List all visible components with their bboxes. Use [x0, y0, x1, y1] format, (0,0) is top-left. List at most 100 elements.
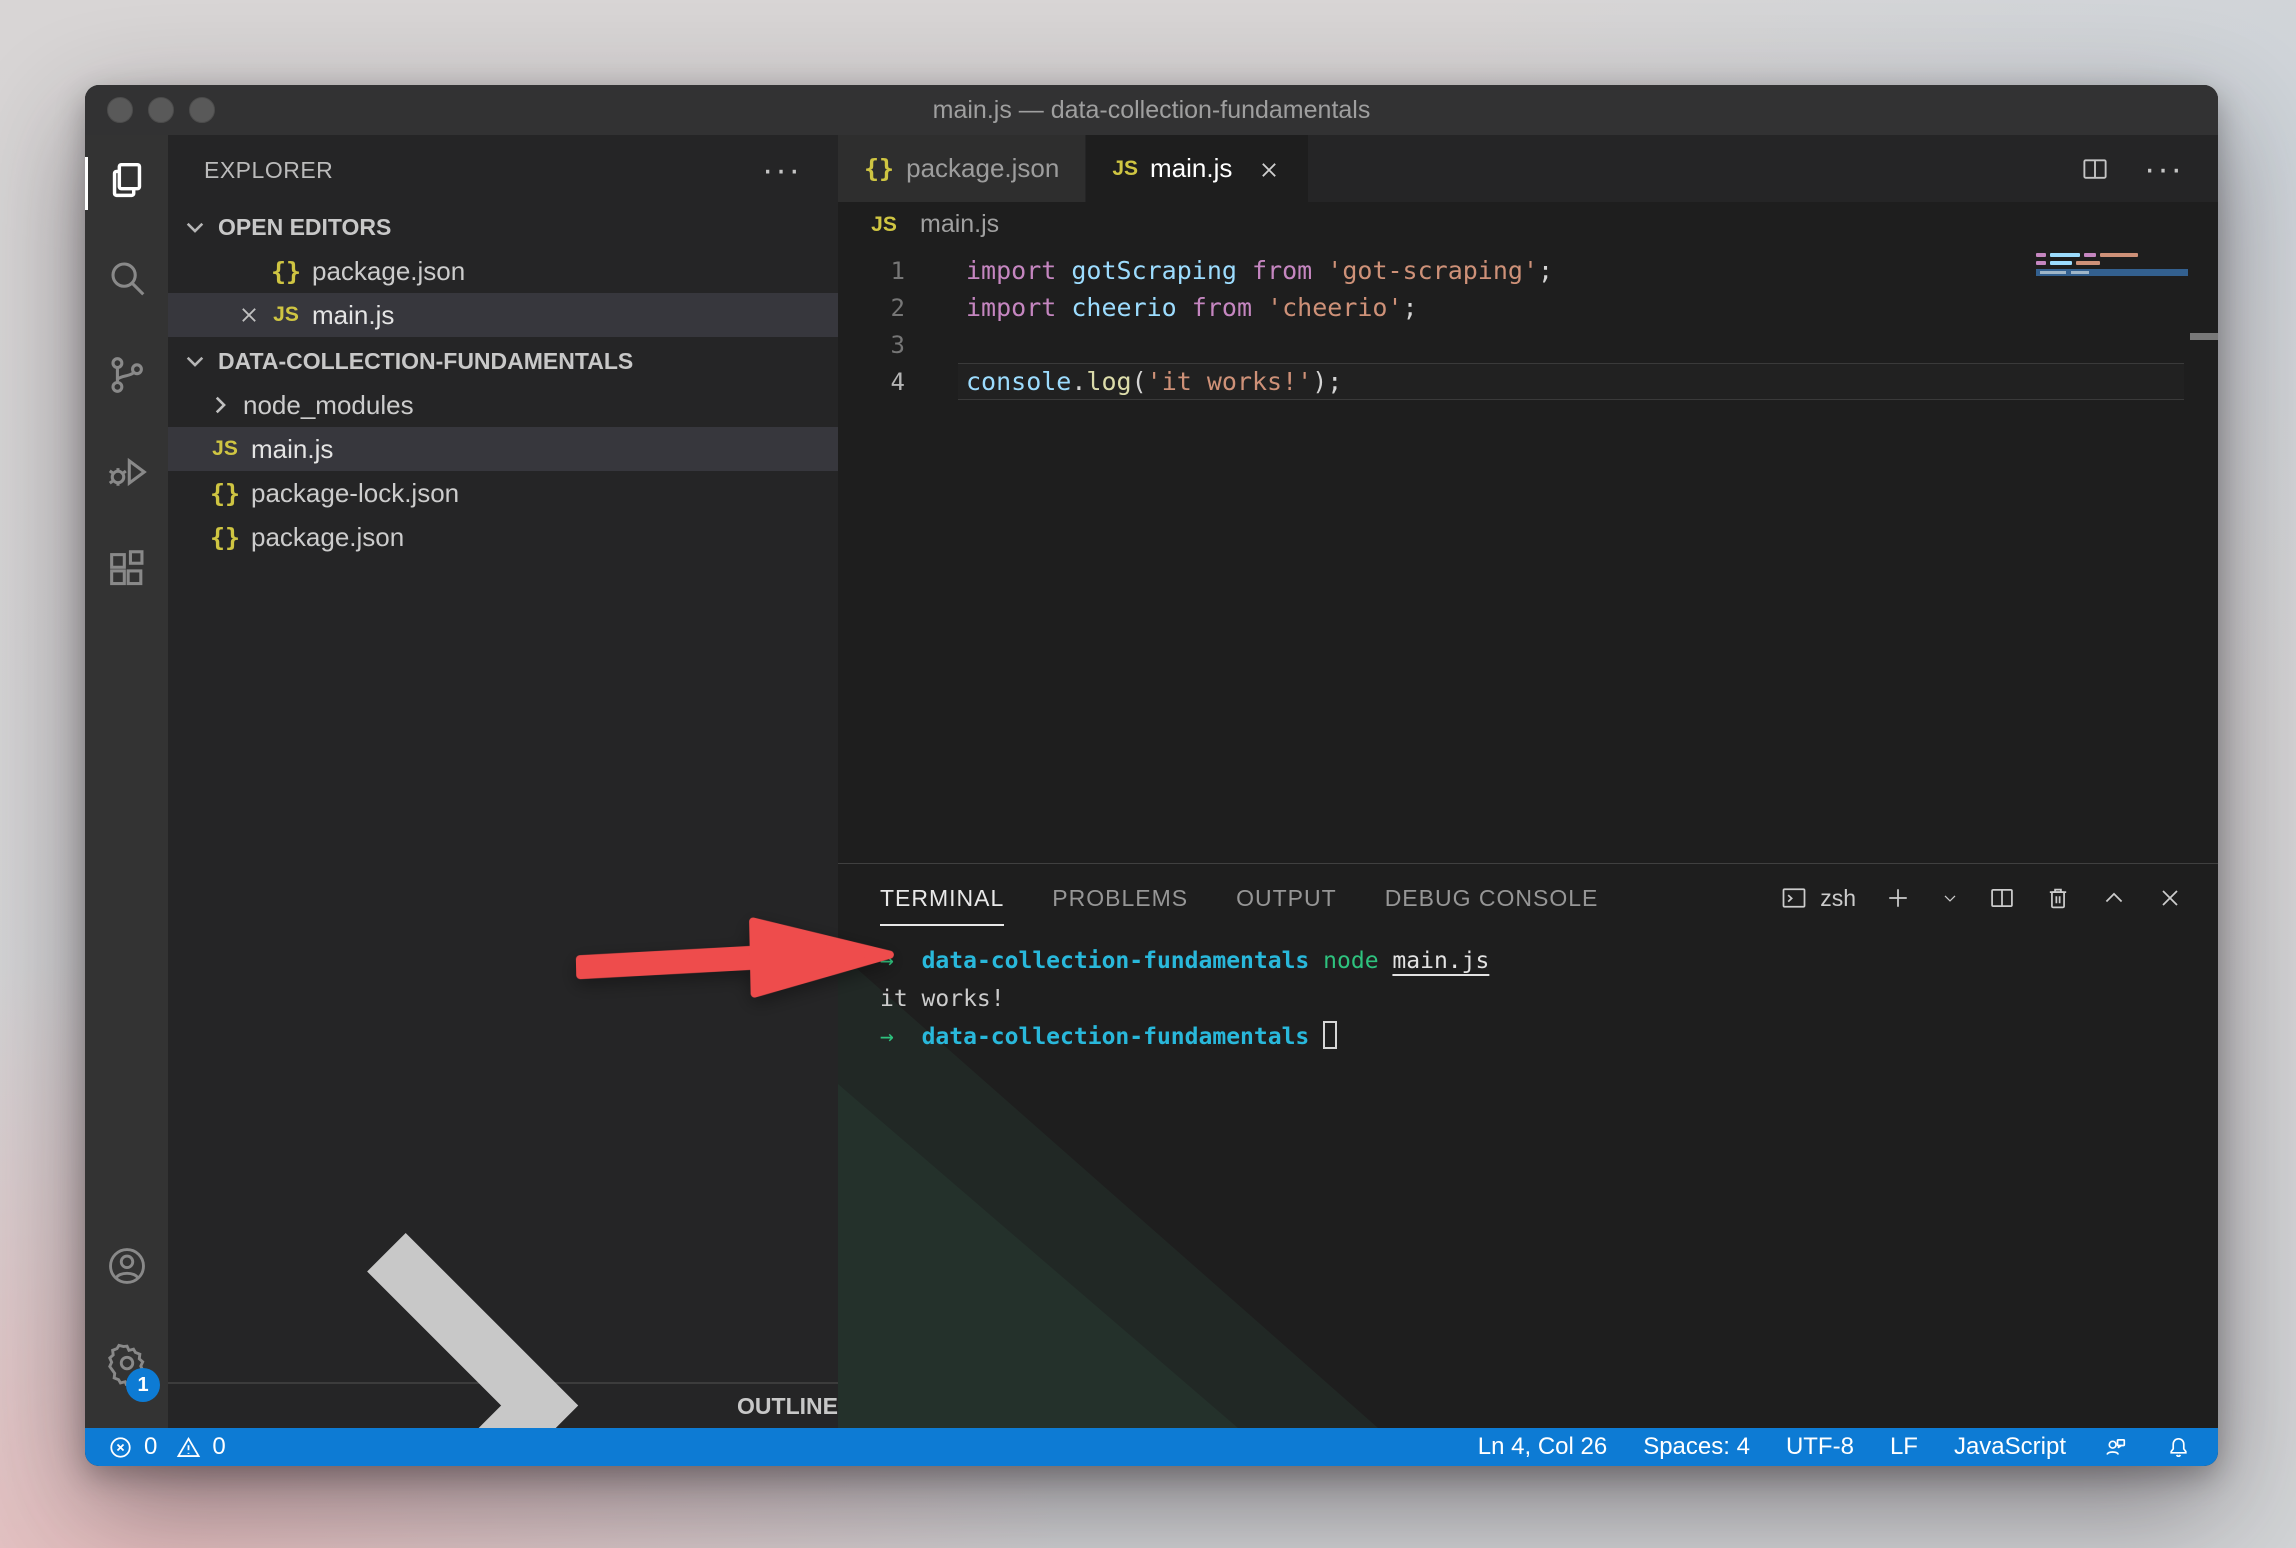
sidebar-title: EXPLORER: [204, 157, 333, 184]
chevron-right-icon: [207, 392, 233, 418]
token: from: [1192, 293, 1252, 322]
terminal-token: [1309, 948, 1323, 974]
terminal-line-1: → data-collection-fundamentals node main…: [880, 942, 2218, 980]
extensions-icon: [104, 546, 150, 597]
cursor-position[interactable]: Ln 4, Col 26: [1478, 1433, 1607, 1461]
line-text: import cheerio from 'cheerio';: [905, 293, 1418, 322]
chevron-right-icon: [182, 1133, 727, 1466]
panel-tab-terminal[interactable]: TERMINAL: [880, 864, 1004, 932]
encoding[interactable]: UTF-8: [1786, 1433, 1854, 1461]
activity-bar-explorer[interactable]: [85, 135, 168, 232]
close-window-button[interactable]: [107, 97, 133, 123]
tree-item-main.js[interactable]: JSmain.js: [168, 427, 838, 471]
shell-label[interactable]: zsh: [1820, 885, 1856, 912]
line-number: 4: [838, 368, 905, 396]
terminal-output[interactable]: → data-collection-fundamentals node main…: [838, 932, 2218, 1056]
close-editor-icon[interactable]: [230, 304, 268, 326]
token: from: [1252, 256, 1312, 285]
title-bar: main.js — data-collection-fundamentals: [85, 85, 2218, 135]
problems-status[interactable]: 0 0: [107, 1433, 226, 1461]
panel-tab-debug-console[interactable]: DEBUG CONSOLE: [1385, 864, 1599, 932]
open-editor-main.js[interactable]: JSmain.js: [168, 293, 838, 337]
terminal-token: data-collection-fundamentals: [922, 948, 1310, 974]
code-line-2[interactable]: 2import cheerio from 'cheerio';: [838, 289, 2218, 326]
close-panel-icon[interactable]: [2156, 884, 2184, 912]
split-terminal-icon[interactable]: [1988, 884, 2016, 912]
bell-icon[interactable]: [2165, 1434, 2192, 1461]
activity-bar-bottom: 1: [85, 1220, 168, 1414]
open-editor-package.json[interactable]: {}package.json: [168, 249, 838, 293]
tab-package.json[interactable]: {}package.json: [838, 135, 1086, 202]
terminal-dropdown-icon[interactable]: [1940, 884, 1960, 912]
workspace-section-header[interactable]: DATA-COLLECTION-FUNDAMENTALS: [168, 339, 838, 383]
activity-bar-items: [85, 135, 168, 620]
editor-scrollbar[interactable]: [2190, 247, 2218, 863]
terminal-token: [1309, 1024, 1323, 1050]
line-number: 3: [838, 331, 905, 359]
eol-sequence[interactable]: LF: [1890, 1433, 1918, 1461]
code-line-3[interactable]: 3: [838, 326, 2218, 363]
new-terminal-icon[interactable]: [1884, 884, 1912, 912]
panel-header: TERMINAL PROBLEMS OUTPUT DEBUG CONSOLE zsh: [838, 864, 2218, 932]
split-editor-icon[interactable]: [2080, 154, 2110, 184]
line-text: import gotScraping from 'got-scraping';: [905, 256, 1553, 285]
terminal-watermark: [838, 1084, 1238, 1428]
open-editors-section-header[interactable]: OPEN EDITORS: [168, 205, 838, 249]
tree-item-package-lock.json[interactable]: {}package-lock.json: [168, 471, 838, 515]
more-actions-icon[interactable]: ···: [2144, 164, 2184, 174]
code-editor[interactable]: 1import gotScraping from 'got-scraping';…: [838, 247, 2218, 863]
terminal-line-2: it works!: [880, 980, 2218, 1018]
activity-bar-search[interactable]: [85, 232, 168, 329]
scrollbar-thumb[interactable]: [2190, 333, 2218, 340]
minimap[interactable]: [2036, 253, 2188, 276]
tab-main.js[interactable]: JSmain.js: [1086, 135, 1309, 202]
language-mode[interactable]: JavaScript: [1954, 1433, 2066, 1461]
kill-terminal-icon[interactable]: [2044, 884, 2072, 912]
minimize-window-button[interactable]: [148, 97, 174, 123]
terminal-token: data-collection-fundamentals: [922, 1024, 1310, 1050]
token: 'cheerio': [1267, 293, 1402, 322]
token: 'it works!': [1147, 367, 1313, 396]
window-title: main.js — data-collection-fundamentals: [933, 96, 1371, 125]
tree-item-node_modules[interactable]: node_modules: [168, 383, 838, 427]
terminal-token: [894, 1024, 922, 1050]
code-line-4[interactable]: 4console.log('it works!');: [838, 363, 2218, 400]
explorer-sidebar: EXPLORER ··· OPEN EDITORS {}package.json…: [168, 135, 838, 1428]
zoom-window-button[interactable]: [189, 97, 215, 123]
warning-count: 0: [212, 1433, 225, 1461]
javascript-file-icon: JS: [866, 213, 902, 237]
feedback-icon[interactable]: [2102, 1434, 2129, 1461]
file-label: package-lock.json: [251, 478, 459, 509]
close-tab-icon[interactable]: [1258, 157, 1282, 181]
token: cheerio: [1071, 293, 1176, 322]
error-icon: [107, 1434, 134, 1461]
editor-column: {}package.jsonJSmain.js ··· JS main.js 1…: [838, 135, 2218, 1428]
explorer-actions-icon[interactable]: ···: [762, 165, 802, 175]
traffic-lights: [107, 85, 215, 135]
token: ;: [1538, 256, 1553, 285]
settings-button[interactable]: 1: [85, 1317, 168, 1414]
outline-section-header[interactable]: OUTLINE: [168, 1382, 838, 1428]
breadcrumb-file: main.js: [920, 210, 999, 239]
activity-bar-extensions[interactable]: [85, 523, 168, 620]
panel-tab-output[interactable]: OUTPUT: [1236, 864, 1337, 932]
activity-bar-source-control[interactable]: [85, 329, 168, 426]
editor-actions: ···: [2080, 135, 2218, 202]
breadcrumb[interactable]: JS main.js: [838, 202, 2218, 247]
maximize-panel-icon[interactable]: [2100, 884, 2128, 912]
terminal-line-3: → data-collection-fundamentals: [880, 1018, 2218, 1056]
line-number: 2: [838, 294, 905, 322]
panel-tab-problems[interactable]: PROBLEMS: [1052, 864, 1188, 932]
token: gotScraping: [1071, 256, 1237, 285]
file-label: main.js: [312, 300, 394, 331]
terminal-shell-icon[interactable]: [1780, 884, 1808, 912]
code-line-1[interactable]: 1import gotScraping from 'got-scraping';: [838, 252, 2218, 289]
token: [1237, 256, 1252, 285]
indentation[interactable]: Spaces: 4: [1643, 1433, 1750, 1461]
accounts-button[interactable]: [85, 1220, 168, 1317]
tab-label: main.js: [1150, 153, 1232, 184]
chevron-down-icon: [182, 348, 208, 374]
terminal-panel: TERMINAL PROBLEMS OUTPUT DEBUG CONSOLE zsh: [838, 863, 2218, 1428]
tree-item-package.json[interactable]: {}package.json: [168, 515, 838, 559]
activity-bar-run-debug[interactable]: [85, 426, 168, 523]
